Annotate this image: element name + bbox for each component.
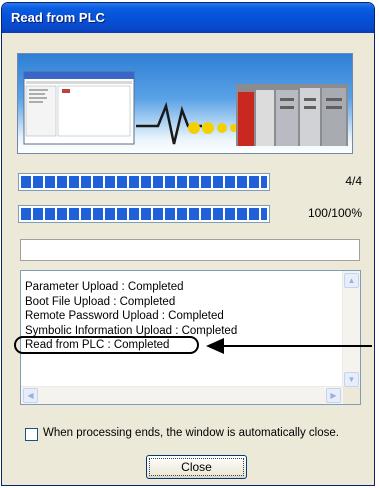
annotation-highlight-oval	[14, 336, 199, 354]
auto-close-checkbox[interactable]	[25, 428, 38, 441]
percent-progress-fill	[21, 208, 267, 220]
scrollbar-corner	[343, 387, 360, 404]
step-count: 4/4	[345, 174, 362, 188]
title-bar[interactable]: Read from PLC	[2, 3, 374, 33]
annotation-arrow-line	[222, 345, 372, 347]
status-field	[20, 239, 360, 261]
step-progress-fill	[21, 176, 267, 188]
log-line: Boot File Upload : Completed	[25, 295, 176, 308]
annotation-arrow-head-icon	[206, 338, 224, 354]
close-button-label: Close	[181, 460, 212, 474]
log-line: Remote Password Upload : Completed	[25, 310, 224, 322]
pc-to-plc-transfer-illustration	[23, 71, 348, 146]
log-line: Parameter Upload : Completed	[25, 281, 184, 293]
horizontal-scrollbar[interactable]: ◀ ▶	[21, 386, 343, 404]
triangle-down-icon[interactable]: ▼	[344, 372, 359, 387]
percent-progress-bar	[18, 205, 270, 223]
transfer-banner	[17, 53, 353, 154]
triangle-up-icon[interactable]: ▲	[344, 273, 359, 288]
vertical-scrollbar[interactable]: ▲ ▼	[342, 271, 360, 389]
triangle-left-icon[interactable]: ◀	[23, 388, 38, 403]
step-progress-bar	[18, 173, 270, 191]
close-button[interactable]: Close	[146, 455, 247, 479]
auto-close-label: When processing ends, the window is auto…	[43, 427, 339, 439]
percent-label: 100/100%	[307, 206, 362, 220]
triangle-right-icon[interactable]: ▶	[326, 388, 341, 403]
window-title: Read from PLC	[11, 10, 105, 25]
